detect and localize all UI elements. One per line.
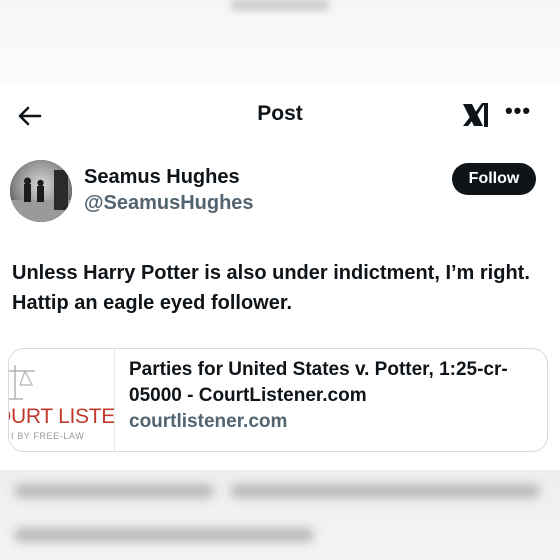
xai-logo-button[interactable] <box>460 100 492 130</box>
blurred-smudge <box>230 484 540 498</box>
thumbnail-sub-text: I BY FREE-LAW <box>11 431 85 441</box>
scales-of-justice-icon <box>9 365 35 400</box>
link-thumbnail: OURT LISTE I BY FREE-LAW <box>9 349 115 451</box>
author-name[interactable]: Seamus Hughes <box>84 166 240 189</box>
blurred-backdrop-top <box>0 0 560 82</box>
post-header: Post ••• <box>0 82 560 148</box>
xai-logo-icon <box>463 103 488 127</box>
more-options-button[interactable]: ••• <box>503 100 533 128</box>
avatar-photo <box>10 160 72 222</box>
more-icon: ••• <box>504 98 532 123</box>
link-preview-card[interactable]: OURT LISTE I BY FREE-LAW Parties for Uni… <box>8 348 548 452</box>
tweet-text: Unless Harry Potter is also under indict… <box>12 262 530 314</box>
thumbnail-brand-text: OURT LISTE <box>9 405 115 428</box>
post-card: Post ••• Seamus Hughes @SeamusHughes Fol… <box>0 82 560 470</box>
author-handle[interactable]: @SeamusHughes <box>84 192 254 215</box>
blurred-smudge <box>14 528 314 542</box>
blurred-backdrop-bottom <box>0 470 560 560</box>
blurred-smudge <box>14 484 214 498</box>
avatar[interactable] <box>10 160 72 222</box>
blurred-smudge <box>230 0 330 10</box>
follow-button[interactable]: Follow <box>452 163 536 195</box>
link-title: Parties for United States v. Potter, 1:2… <box>129 359 508 406</box>
link-domain: courtlistener.com <box>129 411 288 432</box>
